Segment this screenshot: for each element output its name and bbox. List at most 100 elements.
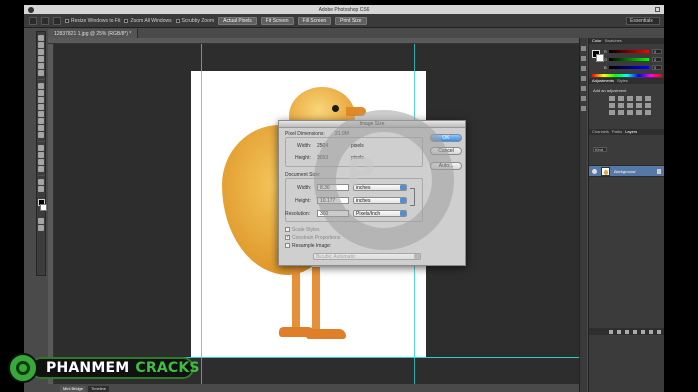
brightness-contrast-icon[interactable] [609, 96, 615, 101]
exposure-icon[interactable] [636, 96, 642, 101]
crop-tool-icon[interactable] [38, 63, 44, 69]
red-value[interactable]: 0 [652, 49, 662, 54]
layer-name: Background [614, 169, 636, 174]
watermark-gear-icon [314, 110, 454, 250]
blue-slider[interactable] [609, 66, 649, 69]
document-tabs: 12837821 1.jpg @ 25% (RGB/8*) * [48, 29, 139, 38]
tab-mini-bridge[interactable]: Mini Bridge [60, 386, 87, 392]
layer-filter-select[interactable]: Kind [593, 147, 607, 152]
resolution-label: Resolution: [285, 211, 311, 217]
resize-windows-checkbox[interactable]: Resize Windows to Fit [65, 18, 120, 24]
gradient-tool-icon[interactable] [38, 118, 44, 124]
hand-tool-icon[interactable] [38, 179, 44, 185]
selective-color-icon[interactable] [645, 110, 651, 115]
quick-mask-icon[interactable] [38, 218, 44, 224]
trash-icon[interactable] [657, 329, 661, 334]
watermark-logo: PHANMEM CRACKS [8, 353, 199, 383]
brush-presets-icon[interactable] [581, 86, 586, 91]
move-tool-icon[interactable] [38, 35, 44, 41]
document-tab[interactable]: 12837821 1.jpg @ 25% (RGB/8*) * [48, 29, 139, 38]
gradient-map-icon[interactable] [636, 110, 642, 115]
invert-icon[interactable] [609, 110, 615, 115]
fill-screen-button[interactable]: Fill Screen [297, 16, 332, 25]
vibrance-icon[interactable] [645, 96, 651, 101]
toolbar-divider [37, 141, 45, 142]
shape-tool-icon[interactable] [38, 166, 44, 172]
character-icon[interactable] [581, 96, 586, 101]
fx-icon[interactable] [617, 329, 621, 334]
history-brush-tool-icon[interactable] [38, 104, 44, 110]
constrain-proportions-label: Constrain Proportions [292, 235, 341, 241]
curves-icon[interactable] [627, 96, 633, 101]
resample-image-checkbox[interactable] [285, 243, 290, 248]
watermark-letter-icon: P [346, 150, 376, 196]
link-layers-icon[interactable] [609, 329, 613, 334]
color-background-swatch[interactable] [596, 54, 604, 62]
zoom-out-icon[interactable] [53, 16, 61, 25]
workspace-select[interactable]: Essentials [626, 17, 660, 25]
eraser-tool-icon[interactable] [38, 111, 44, 117]
photo-filter-icon[interactable] [636, 103, 642, 108]
clone-stamp-tool-icon[interactable] [38, 97, 44, 103]
pixel-height-label: Height: [295, 155, 311, 161]
posterize-icon[interactable] [618, 110, 624, 115]
scale-styles-label: Scale Styles [292, 227, 320, 233]
fit-screen-button[interactable]: Fit Screen [260, 16, 294, 25]
levels-icon[interactable] [618, 96, 624, 101]
fullscreen-icon[interactable] [655, 7, 660, 12]
healing-brush-tool-icon[interactable] [38, 83, 44, 89]
chevron-down-icon [414, 254, 420, 259]
color-spectrum-bar[interactable] [592, 74, 662, 77]
new-adjustment-icon[interactable] [633, 329, 637, 334]
properties-icon[interactable] [581, 66, 586, 71]
green-slider[interactable] [609, 58, 649, 61]
duckling-eye [332, 105, 339, 112]
color-balance-icon[interactable] [618, 103, 624, 108]
layer-row-background[interactable]: Background [589, 165, 664, 177]
vertical-guide[interactable] [201, 44, 202, 384]
screen-mode-icon[interactable] [38, 225, 44, 231]
info-icon[interactable] [581, 76, 586, 81]
threshold-icon[interactable] [627, 110, 633, 115]
options-bar: Resize Windows to Fit Zoom All Windows S… [24, 14, 664, 28]
scale-styles-checkbox[interactable] [285, 227, 290, 232]
tab-timeline[interactable]: Timeline [88, 386, 109, 392]
zoom-all-checkbox[interactable]: Zoom All Windows [124, 18, 172, 24]
green-value[interactable]: 0 [652, 57, 662, 62]
bottom-panel-tabs: Mini Bridge Timeline [60, 386, 109, 392]
history-icon[interactable] [581, 46, 586, 51]
resample-method-text: Bicubic Automatic [316, 254, 356, 260]
photoshop-window: Adobe Photoshop CS6 Resize Windows to Fi… [24, 5, 664, 392]
print-size-button[interactable]: Print Size [335, 16, 367, 25]
scrubby-zoom-checkbox[interactable]: Scrubby Zoom [175, 18, 214, 24]
new-group-icon[interactable] [641, 329, 645, 334]
dodge-tool-icon[interactable] [38, 132, 44, 138]
blue-value[interactable]: 0 [652, 65, 662, 70]
new-layer-icon[interactable] [649, 329, 653, 334]
resample-method-select[interactable]: Bicubic Automatic [313, 253, 421, 260]
black-white-icon[interactable] [627, 103, 633, 108]
paragraph-icon[interactable] [581, 106, 586, 111]
zoom-tool-icon[interactable] [38, 186, 44, 192]
path-selection-tool-icon[interactable] [38, 159, 44, 165]
actions-icon[interactable] [581, 56, 586, 61]
duckling-foot [306, 329, 346, 339]
background-color-swatch[interactable] [39, 204, 47, 211]
channel-mixer-icon[interactable] [645, 103, 651, 108]
blur-tool-icon[interactable] [38, 125, 44, 131]
zoom-in-icon[interactable] [41, 16, 49, 25]
add-mask-icon[interactable] [625, 329, 629, 334]
lasso-tool-icon[interactable] [38, 49, 44, 55]
eyedropper-tool-icon[interactable] [38, 70, 44, 76]
constrain-proportions-checkbox[interactable] [285, 234, 290, 240]
red-slider[interactable] [609, 50, 649, 53]
quick-select-tool-icon[interactable] [38, 56, 44, 62]
hue-saturation-icon[interactable] [609, 103, 615, 108]
type-tool-icon[interactable] [38, 152, 44, 158]
zoom-tool-icon[interactable] [29, 16, 37, 25]
marquee-tool-icon[interactable] [38, 42, 44, 48]
brush-tool-icon[interactable] [38, 90, 44, 96]
pen-tool-icon[interactable] [38, 145, 44, 151]
eye-icon[interactable] [592, 169, 597, 174]
actual-pixels-button[interactable]: Actual Pixels [218, 16, 257, 25]
